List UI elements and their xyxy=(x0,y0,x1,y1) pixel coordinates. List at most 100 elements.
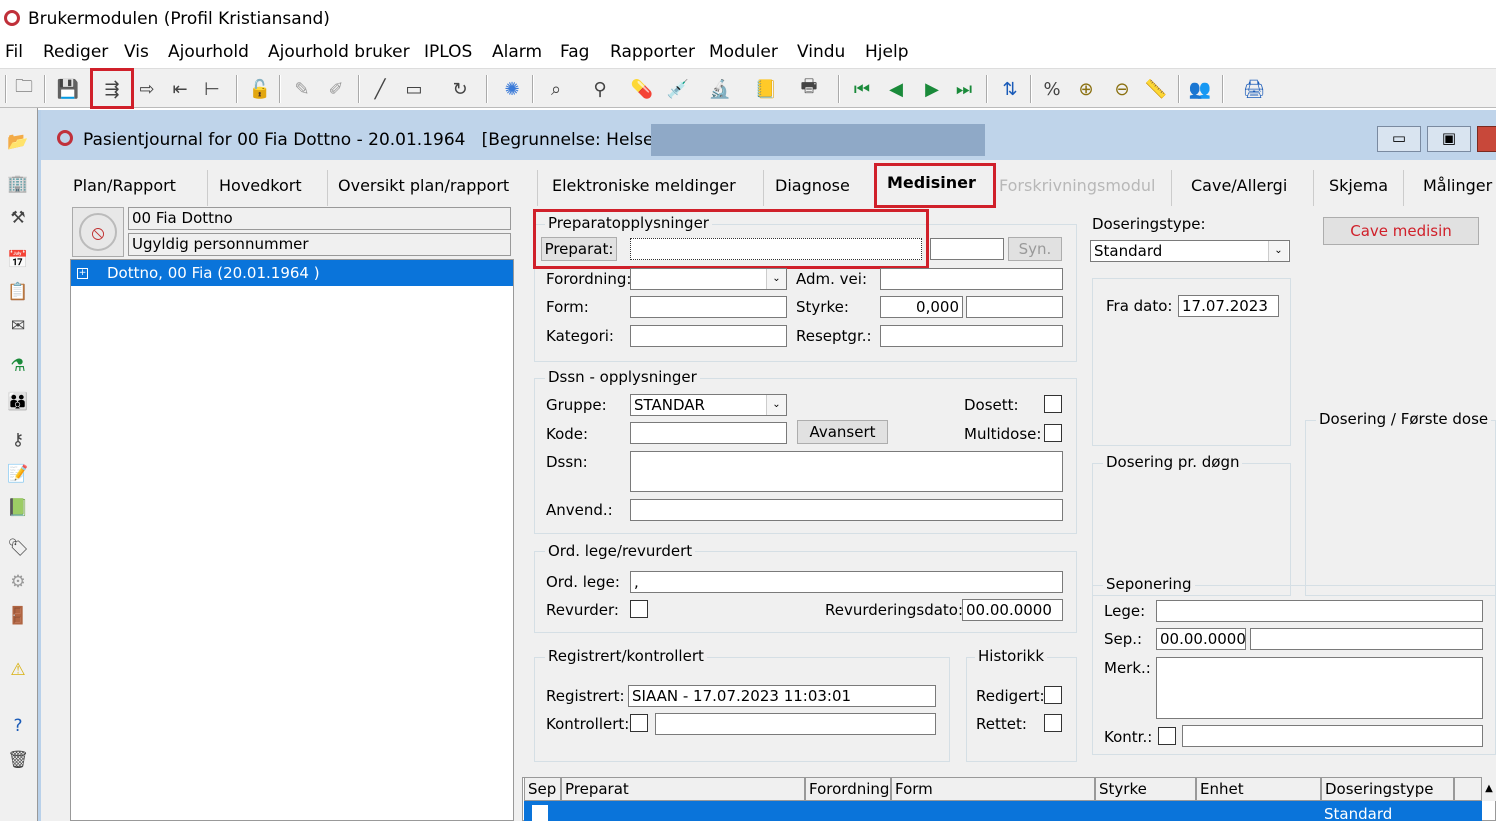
menu-alarm[interactable]: Alarm xyxy=(492,42,542,62)
tab-cave-allergi[interactable]: Cave/Allergi xyxy=(1191,176,1287,202)
styrke-field[interactable]: 0,000 xyxy=(880,296,963,318)
calendar-icon[interactable]: 📅 xyxy=(4,246,32,274)
sep-date-field[interactable]: 00.00.0000 xyxy=(1156,628,1246,650)
form-field[interactable] xyxy=(630,296,787,318)
gruppe-combo[interactable]: STANDAR ⌄ xyxy=(630,394,787,416)
printer-setup-icon[interactable]: 🖨 xyxy=(1240,75,1268,103)
merk-textarea[interactable] xyxy=(1156,657,1483,719)
minimize-button[interactable]: ▭ xyxy=(1377,126,1421,152)
patient-tree[interactable]: + Dottno, 00 Fia (20.01.1964 ) xyxy=(70,259,514,821)
grid-header-forordning[interactable]: Forordning xyxy=(805,777,891,801)
dssn-textarea[interactable] xyxy=(630,451,1063,492)
tools-icon[interactable]: ⚒ xyxy=(4,204,32,232)
tag-icon[interactable]: 🏷 xyxy=(4,534,32,562)
pen-icon[interactable]: ╱ xyxy=(366,75,394,103)
sort-icon[interactable]: ⇅ xyxy=(996,75,1024,103)
zoom-out-icon[interactable]: ⊖ xyxy=(1108,75,1136,103)
tab-oversikt[interactable]: Oversikt plan/rapport xyxy=(338,176,509,202)
refresh-icon[interactable]: ↻ xyxy=(446,75,474,103)
exit-icon[interactable]: 🚪 xyxy=(4,602,32,630)
cave-medisin-button[interactable]: Cave medisin xyxy=(1323,217,1479,245)
grid-header-enhet[interactable]: Enhet xyxy=(1196,777,1321,801)
tree-expand-icon[interactable]: + xyxy=(77,268,88,279)
tree-collapse-icon[interactable]: ⇤ xyxy=(166,75,194,103)
redigert-checkbox[interactable] xyxy=(1044,686,1062,704)
tree-arrow-icon[interactable]: ⇨ xyxy=(133,75,161,103)
mail-icon[interactable]: ✉ xyxy=(4,312,32,340)
menu-vindu[interactable]: Vindu xyxy=(797,42,845,62)
grid-header-form[interactable]: Form xyxy=(891,777,1095,801)
search-icon[interactable]: ⌕ xyxy=(542,75,570,103)
key-icon[interactable]: ⚷ xyxy=(4,426,32,454)
rettet-checkbox[interactable] xyxy=(1044,714,1062,732)
ruler-icon[interactable]: 📏 xyxy=(1142,75,1170,103)
revurderingsdato-field[interactable]: 00.00.0000 xyxy=(962,599,1063,621)
tab-diagnose[interactable]: Diagnose xyxy=(775,176,850,202)
microscope-icon[interactable]: 🔬 xyxy=(706,75,734,103)
tab-forskrivningsmodul[interactable]: Forskrivningsmodul xyxy=(999,176,1155,202)
table-row[interactable]: Standard xyxy=(524,801,1482,823)
sep-extra-field[interactable] xyxy=(1250,628,1483,650)
menu-fag[interactable]: Fag xyxy=(560,42,589,62)
print-icon[interactable]: 🖶 xyxy=(795,75,823,103)
pill-icon[interactable]: 💊 xyxy=(628,75,656,103)
prev-record-icon[interactable]: ◀ xyxy=(882,75,910,103)
building-icon[interactable]: 🏢 xyxy=(4,170,32,198)
menu-iplos[interactable]: IPLOS xyxy=(424,42,472,62)
sep-lege-field[interactable] xyxy=(1156,600,1483,622)
users-icon[interactable]: 👥 xyxy=(1186,75,1214,103)
unlock-icon[interactable]: 🔓 xyxy=(246,75,274,103)
adm-vei-field[interactable] xyxy=(880,268,1063,290)
syn-button[interactable]: Syn. xyxy=(1008,237,1062,261)
tab-skjema[interactable]: Skjema xyxy=(1329,176,1388,202)
ord-lege-field[interactable]: , xyxy=(630,571,1063,593)
chevron-down-icon[interactable]: ⌄ xyxy=(1268,241,1288,261)
grid-header-styrke[interactable]: Styrke xyxy=(1095,777,1196,801)
tab-elektroniske-meldinger[interactable]: Elektroniske meldinger xyxy=(552,176,736,202)
grid-header-doseringstype[interactable]: Doseringstype xyxy=(1321,777,1454,801)
row-sep-checkbox[interactable] xyxy=(532,805,548,821)
zoom-in-icon[interactable]: ⊕ xyxy=(1072,75,1100,103)
menu-rapporter[interactable]: Rapporter xyxy=(610,42,695,62)
last-record-icon[interactable]: ⏭ xyxy=(950,75,978,103)
menu-vis[interactable]: Vis xyxy=(124,42,149,62)
chevron-down-icon[interactable]: ⌄ xyxy=(766,395,786,415)
reseptgr-field[interactable] xyxy=(880,325,1063,347)
chevron-down-icon[interactable]: ⌄ xyxy=(766,269,786,289)
menu-hjelp[interactable]: Hjelp xyxy=(865,42,908,62)
help-icon[interactable]: ? xyxy=(4,712,32,740)
first-record-icon[interactable]: ⏮ xyxy=(848,75,876,103)
styrke-unit-field[interactable] xyxy=(966,296,1063,318)
doseringstype-combo[interactable]: Standard xyxy=(1090,240,1290,262)
gear-icon[interactable]: ⚙ xyxy=(4,568,32,596)
book-icon[interactable]: 📗 xyxy=(4,494,32,522)
save-icon[interactable]: 💾 xyxy=(54,75,82,103)
menu-ajourhold[interactable]: Ajourhold xyxy=(168,42,249,62)
tab-hovedkort[interactable]: Hovedkort xyxy=(219,176,302,202)
tab-plan-rapport[interactable]: Plan/Rapport xyxy=(73,176,176,202)
pin-icon[interactable]: ✎ xyxy=(288,75,316,103)
next-record-icon[interactable]: ▶ xyxy=(918,75,946,103)
dosett-checkbox[interactable] xyxy=(1044,395,1062,413)
forordning-combo[interactable]: ⌄ xyxy=(630,268,787,290)
folder-open-icon[interactable]: 📂 xyxy=(4,128,32,156)
edit-doc-icon[interactable]: 📝 xyxy=(4,460,32,488)
grid-header-preparat[interactable]: Preparat xyxy=(561,777,805,801)
bulb-icon[interactable]: ✺ xyxy=(498,75,526,103)
anvend-field[interactable] xyxy=(630,499,1063,521)
kontr-field[interactable] xyxy=(1182,725,1483,747)
tab-malinger[interactable]: Målinger xyxy=(1423,176,1492,202)
bottle-icon[interactable]: ⚗ xyxy=(4,352,32,380)
trash-icon[interactable]: 🗑 xyxy=(4,746,32,774)
syringe-icon[interactable]: 💉 xyxy=(664,75,692,103)
card-icon[interactable]: ▭ xyxy=(400,75,428,103)
avansert-button[interactable]: Avansert xyxy=(797,420,888,444)
percent-icon[interactable]: % xyxy=(1038,75,1066,103)
notes-icon[interactable]: 📒 xyxy=(752,75,780,103)
open-folder-icon[interactable]: 🗀 xyxy=(10,75,38,103)
maximize-button[interactable]: ▣ xyxy=(1427,126,1471,152)
people-icon[interactable]: 👪 xyxy=(4,388,32,416)
grid-scroll-up-icon[interactable]: ▲ xyxy=(1482,777,1496,801)
fra-dato-field[interactable]: 17.07.2023 xyxy=(1178,295,1279,317)
grid-header-sep[interactable]: Sep xyxy=(524,777,561,801)
